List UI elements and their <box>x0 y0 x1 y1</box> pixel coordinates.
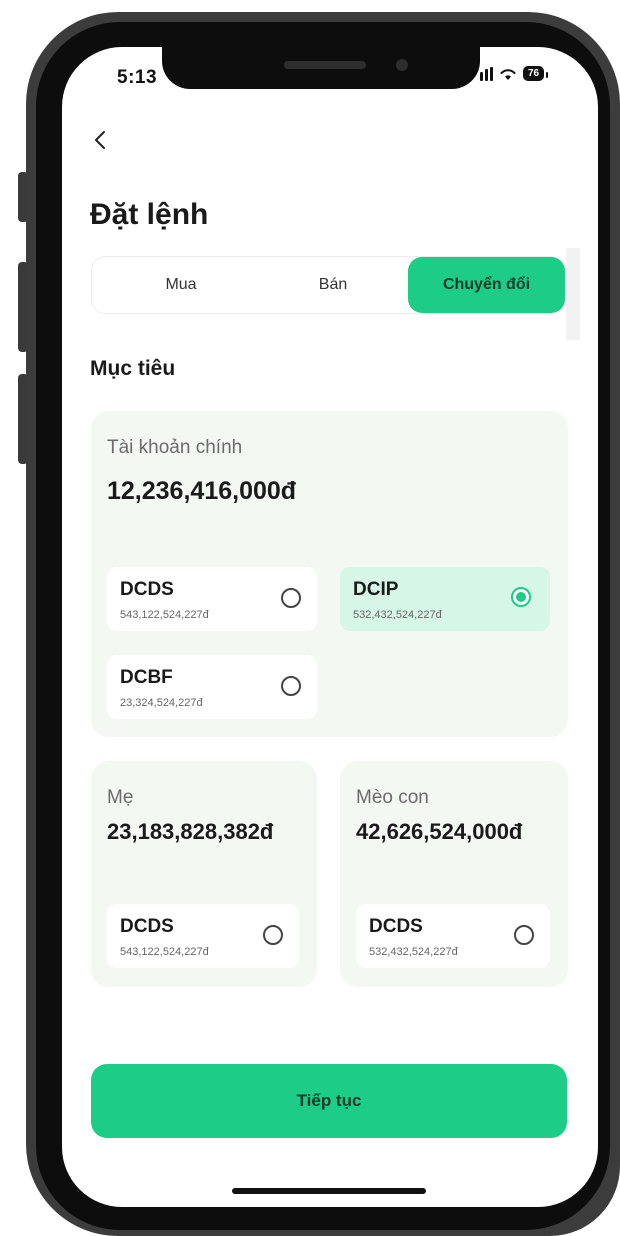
continue-button[interactable]: Tiếp tục <box>91 1064 567 1138</box>
tab-buy[interactable]: Mua <box>106 257 256 313</box>
fund-value: 543,122,524,227đ <box>120 609 209 621</box>
fund-option-dcds[interactable]: DCDS 543,122,524,227đ <box>107 567 317 631</box>
account-balance: 12,236,416,000đ <box>107 477 297 505</box>
fund-value: 532,432,524,227đ <box>369 946 458 958</box>
account-label: Mèo con <box>356 787 429 808</box>
radio-button[interactable] <box>281 676 301 696</box>
radio-button[interactable] <box>281 588 301 608</box>
radio-button[interactable] <box>263 925 283 945</box>
fund-name: DCIP <box>353 579 399 600</box>
fund-value: 532,432,524,227đ <box>353 609 442 621</box>
chevron-left-icon <box>95 131 105 149</box>
home-indicator <box>232 1188 426 1194</box>
account-balance: 42,626,524,000đ <box>356 819 523 844</box>
fund-option-dcds[interactable]: DCDS 543,122,524,227đ <box>107 904 299 968</box>
fund-option-dcbf[interactable]: DCBF 23,324,524,227đ <box>107 655 317 719</box>
fund-option-dcds[interactable]: DCDS 532,432,524,227đ <box>356 904 550 968</box>
radio-button[interactable] <box>514 925 534 945</box>
scroll-edge <box>566 248 580 340</box>
fund-name: DCDS <box>369 916 423 937</box>
fund-value: 543,122,524,227đ <box>120 946 209 958</box>
account-label: Mẹ <box>107 787 134 808</box>
order-type-tabs: Mua Bán Chuyển đổi <box>91 256 565 314</box>
status-time: 5:13 <box>117 67 158 88</box>
fund-name: DCDS <box>120 916 174 937</box>
battery-icon: 76 <box>523 66 549 81</box>
account-balance: 23,183,828,382đ <box>107 819 274 844</box>
account-label: Tài khoản chính <box>107 437 243 458</box>
section-title: Mục tiêu <box>90 357 176 380</box>
page-title: Đặt lệnh <box>90 198 209 231</box>
fund-name: DCBF <box>120 667 173 688</box>
fund-option-dcip[interactable]: DCIP 532,432,524,227đ <box>340 567 550 631</box>
speaker-grille <box>284 61 366 69</box>
front-camera <box>396 59 408 71</box>
sub-account-card-meo-con: Mèo con 42,626,524,000đ DCDS 532,432,524… <box>340 761 568 987</box>
tab-sell[interactable]: Bán <box>258 257 408 313</box>
fund-value: 23,324,524,227đ <box>120 697 203 709</box>
main-account-card: Tài khoản chính 12,236,416,000đ DCDS 543… <box>91 411 568 737</box>
radio-button-selected[interactable] <box>511 587 531 607</box>
fund-name: DCDS <box>120 579 174 600</box>
sub-account-card-me: Mẹ 23,183,828,382đ DCDS 543,122,524,227đ <box>91 761 317 987</box>
wifi-icon <box>500 68 516 80</box>
back-button[interactable] <box>93 128 107 154</box>
status-icons: 76 <box>480 66 549 81</box>
signal-icon <box>480 66 493 81</box>
phone-notch <box>162 47 480 89</box>
tab-convert[interactable]: Chuyển đổi <box>408 257 565 313</box>
